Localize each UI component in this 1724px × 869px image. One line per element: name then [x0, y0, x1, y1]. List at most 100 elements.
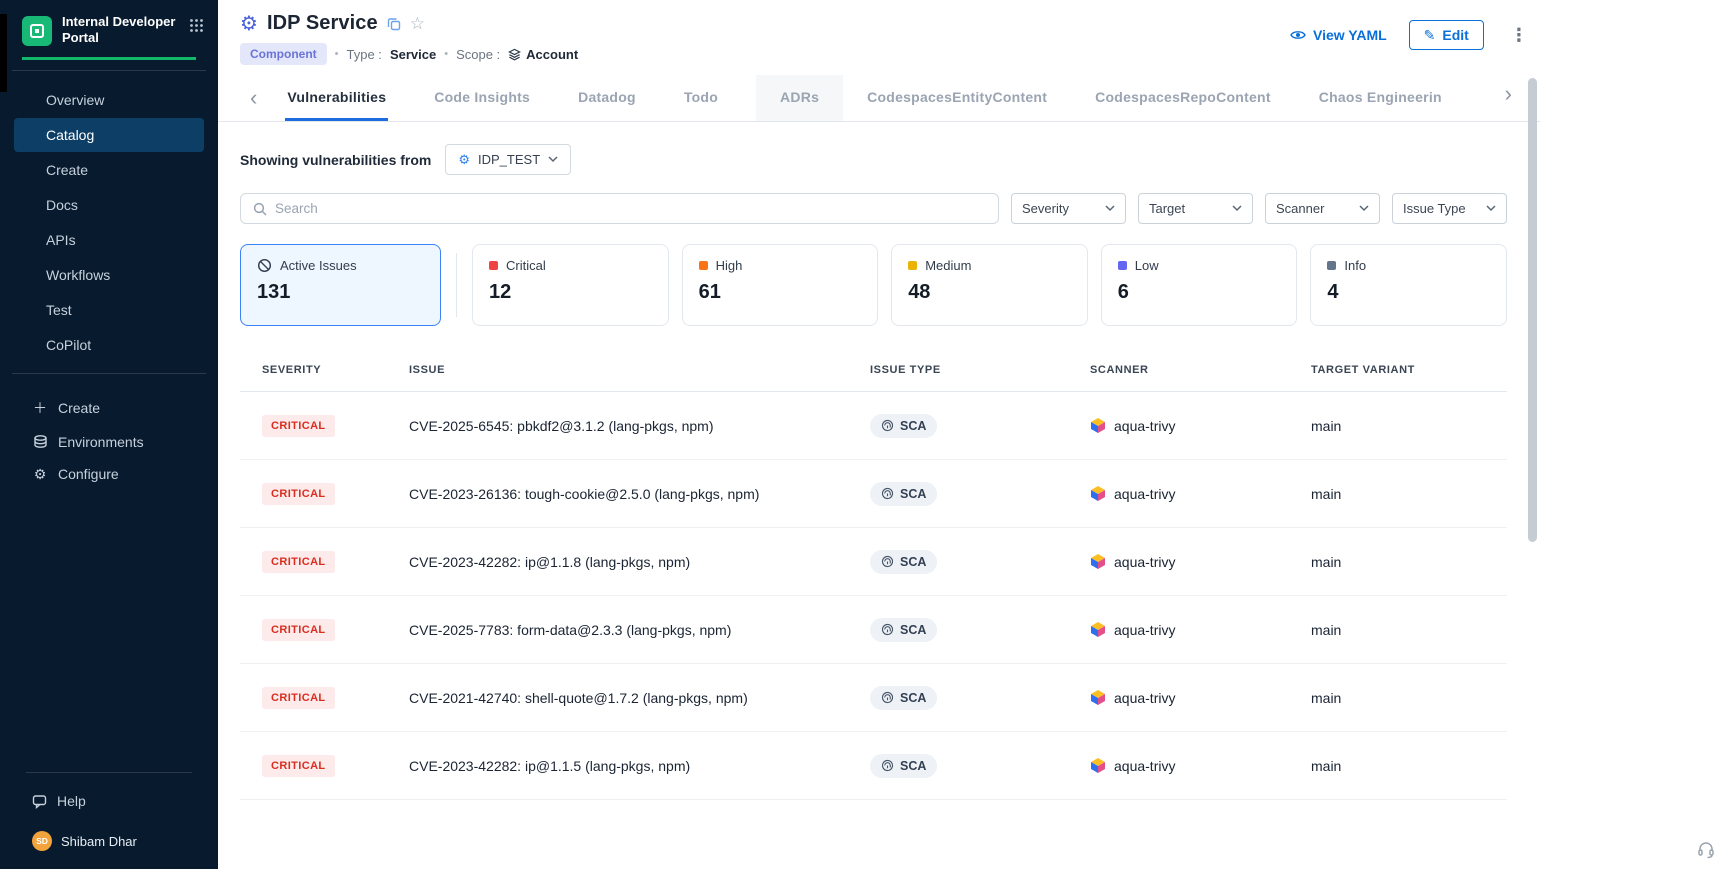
more-options-icon[interactable]: ⋮ [1506, 24, 1532, 46]
entity-select[interactable]: ⚙ IDP_TEST [445, 144, 571, 175]
issue-type-label: SCA [900, 419, 926, 433]
stat-label: Info [1344, 258, 1366, 273]
table-row[interactable]: CRITICAL CVE-2023-42282: ip@1.1.8 (lang-… [240, 528, 1507, 596]
view-yaml-label: View YAML [1313, 27, 1387, 43]
issue-text: CVE-2023-26136: tough-cookie@2.5.0 (lang… [409, 486, 870, 502]
sidebar-item-workflows[interactable]: Workflows [14, 258, 204, 292]
target-variant: main [1311, 690, 1507, 706]
issues-icon [257, 258, 272, 273]
tab-adrs[interactable]: ADRs [756, 75, 843, 121]
sidebar-item-apis[interactable]: APIs [14, 223, 204, 257]
chevron-down-icon [1105, 205, 1115, 212]
target-filter-select[interactable]: Target [1138, 193, 1253, 224]
help-icon [32, 794, 47, 809]
sidebar-header: Internal Developer Portal [0, 0, 218, 60]
severity-badge: CRITICAL [262, 755, 335, 777]
sca-icon [881, 759, 894, 772]
action-label: Create [58, 400, 100, 416]
stat-card-high[interactable]: High 61 [682, 244, 879, 326]
chevron-down-icon [1359, 205, 1369, 212]
sidebar-action-environments[interactable]: Environments [14, 426, 204, 458]
help-label: Help [57, 793, 86, 809]
tab-codespaces-entity-content[interactable]: CodespacesEntityContent [865, 75, 1049, 121]
target-variant: main [1311, 486, 1507, 502]
user-menu[interactable]: SD Shibam Dhar [14, 819, 204, 855]
scanner-filter-select[interactable]: Scanner [1265, 193, 1380, 224]
sidebar-action-create[interactable]: ＋ Create [14, 390, 204, 426]
type-value: Service [390, 47, 436, 62]
search-box [240, 193, 999, 224]
tabs-scroll-right-button[interactable]: › [1499, 83, 1518, 105]
user-name: Shibam Dhar [61, 834, 137, 849]
sidebar-item-docs[interactable]: Docs [14, 188, 204, 222]
column-header-issue-type: ISSUE TYPE [870, 364, 1090, 376]
tab-vulnerabilities[interactable]: Vulnerabilities [285, 75, 388, 121]
logo-accent-bar [22, 57, 196, 60]
issue-type-label: SCA [900, 623, 926, 637]
tab-chaos-engineering[interactable]: Chaos Engineerin [1317, 75, 1444, 121]
table-row[interactable]: CRITICAL CVE-2023-26136: tough-cookie@2.… [240, 460, 1507, 528]
sca-icon [881, 691, 894, 704]
apps-grid-icon[interactable] [189, 18, 204, 33]
support-headset-icon[interactable] [1696, 839, 1716, 859]
sidebar-item-copilot[interactable]: CoPilot [14, 328, 204, 362]
stat-card-active-issues[interactable]: Active Issues 131 [240, 244, 441, 326]
issue-type-filter-select[interactable]: Issue Type [1392, 193, 1507, 224]
view-yaml-button[interactable]: View YAML [1290, 27, 1387, 43]
scanner-label: aqua-trivy [1114, 622, 1175, 638]
issue-text: CVE-2021-42740: shell-quote@1.7.2 (lang-… [409, 690, 870, 706]
entity-select-value: IDP_TEST [478, 152, 540, 167]
stat-value: 6 [1118, 281, 1281, 304]
table-header-row: SEVERITY ISSUE ISSUE TYPE SCANNER TARGET… [240, 348, 1507, 392]
stat-card-low[interactable]: Low 6 [1101, 244, 1298, 326]
aqua-trivy-icon [1090, 553, 1106, 570]
table-row[interactable]: CRITICAL CVE-2021-42740: shell-quote@1.7… [240, 664, 1507, 732]
stat-card-medium[interactable]: Medium 48 [891, 244, 1088, 326]
target-variant: main [1311, 622, 1507, 638]
search-icon [253, 202, 267, 216]
tab-code-insights[interactable]: Code Insights [432, 75, 532, 121]
table-row[interactable]: CRITICAL CVE-2025-6545: pbkdf2@3.1.2 (la… [240, 392, 1507, 460]
stats-divider [456, 253, 457, 317]
sca-icon [881, 419, 894, 432]
stat-label: High [716, 258, 743, 273]
tab-todo[interactable]: Todo [682, 75, 720, 121]
vulnerabilities-table: SEVERITY ISSUE ISSUE TYPE SCANNER TARGET… [240, 348, 1507, 800]
severity-badge: CRITICAL [262, 483, 335, 505]
sidebar-actions: ＋ Create Environments ⚙ Configure [0, 384, 218, 491]
stat-card-critical[interactable]: Critical 12 [472, 244, 669, 326]
tabs-bar: ‹ Vulnerabilities Code Insights Datadog … [218, 75, 1540, 122]
issue-text: CVE-2023-42282: ip@1.1.5 (lang-pkgs, npm… [409, 758, 870, 774]
issue-type-label: SCA [900, 555, 926, 569]
sidebar-item-overview[interactable]: Overview [14, 83, 204, 117]
sidebar: Internal Developer Portal Overview Catal… [0, 0, 218, 869]
sidebar-action-configure[interactable]: ⚙ Configure [14, 458, 204, 491]
filter-label: Scanner [1276, 201, 1324, 216]
table-row[interactable]: CRITICAL CVE-2025-7783: form-data@2.3.3 … [240, 596, 1507, 664]
sidebar-item-catalog[interactable]: Catalog [14, 118, 204, 152]
tabs-scroll-left-button[interactable]: ‹ [244, 87, 263, 109]
aqua-trivy-icon [1090, 621, 1106, 638]
vertical-scrollbar[interactable] [1528, 78, 1537, 542]
severity-filter-select[interactable]: Severity [1011, 193, 1126, 224]
sidebar-item-test[interactable]: Test [14, 293, 204, 327]
tab-datadog[interactable]: Datadog [576, 75, 638, 121]
column-header-issue: ISSUE [409, 364, 870, 376]
help-button[interactable]: Help [14, 783, 204, 819]
search-input[interactable] [275, 201, 986, 216]
copy-icon[interactable] [387, 17, 401, 31]
sidebar-divider [12, 373, 206, 374]
filter-label: Issue Type [1403, 201, 1466, 216]
tab-codespaces-repo-content[interactable]: CodespacesRepoContent [1093, 75, 1273, 121]
low-dot-icon [1118, 261, 1127, 270]
filter-label: Severity [1022, 201, 1069, 216]
sidebar-item-create[interactable]: Create [14, 153, 204, 187]
stat-card-info[interactable]: Info 4 [1310, 244, 1507, 326]
issue-type-label: SCA [900, 487, 926, 501]
stat-label: Low [1135, 258, 1159, 273]
star-icon[interactable]: ☆ [410, 15, 425, 32]
sca-icon [881, 555, 894, 568]
environments-icon [32, 434, 48, 449]
edit-button[interactable]: ✎ Edit [1409, 20, 1484, 50]
table-row[interactable]: CRITICAL CVE-2023-42282: ip@1.1.5 (lang-… [240, 732, 1507, 800]
